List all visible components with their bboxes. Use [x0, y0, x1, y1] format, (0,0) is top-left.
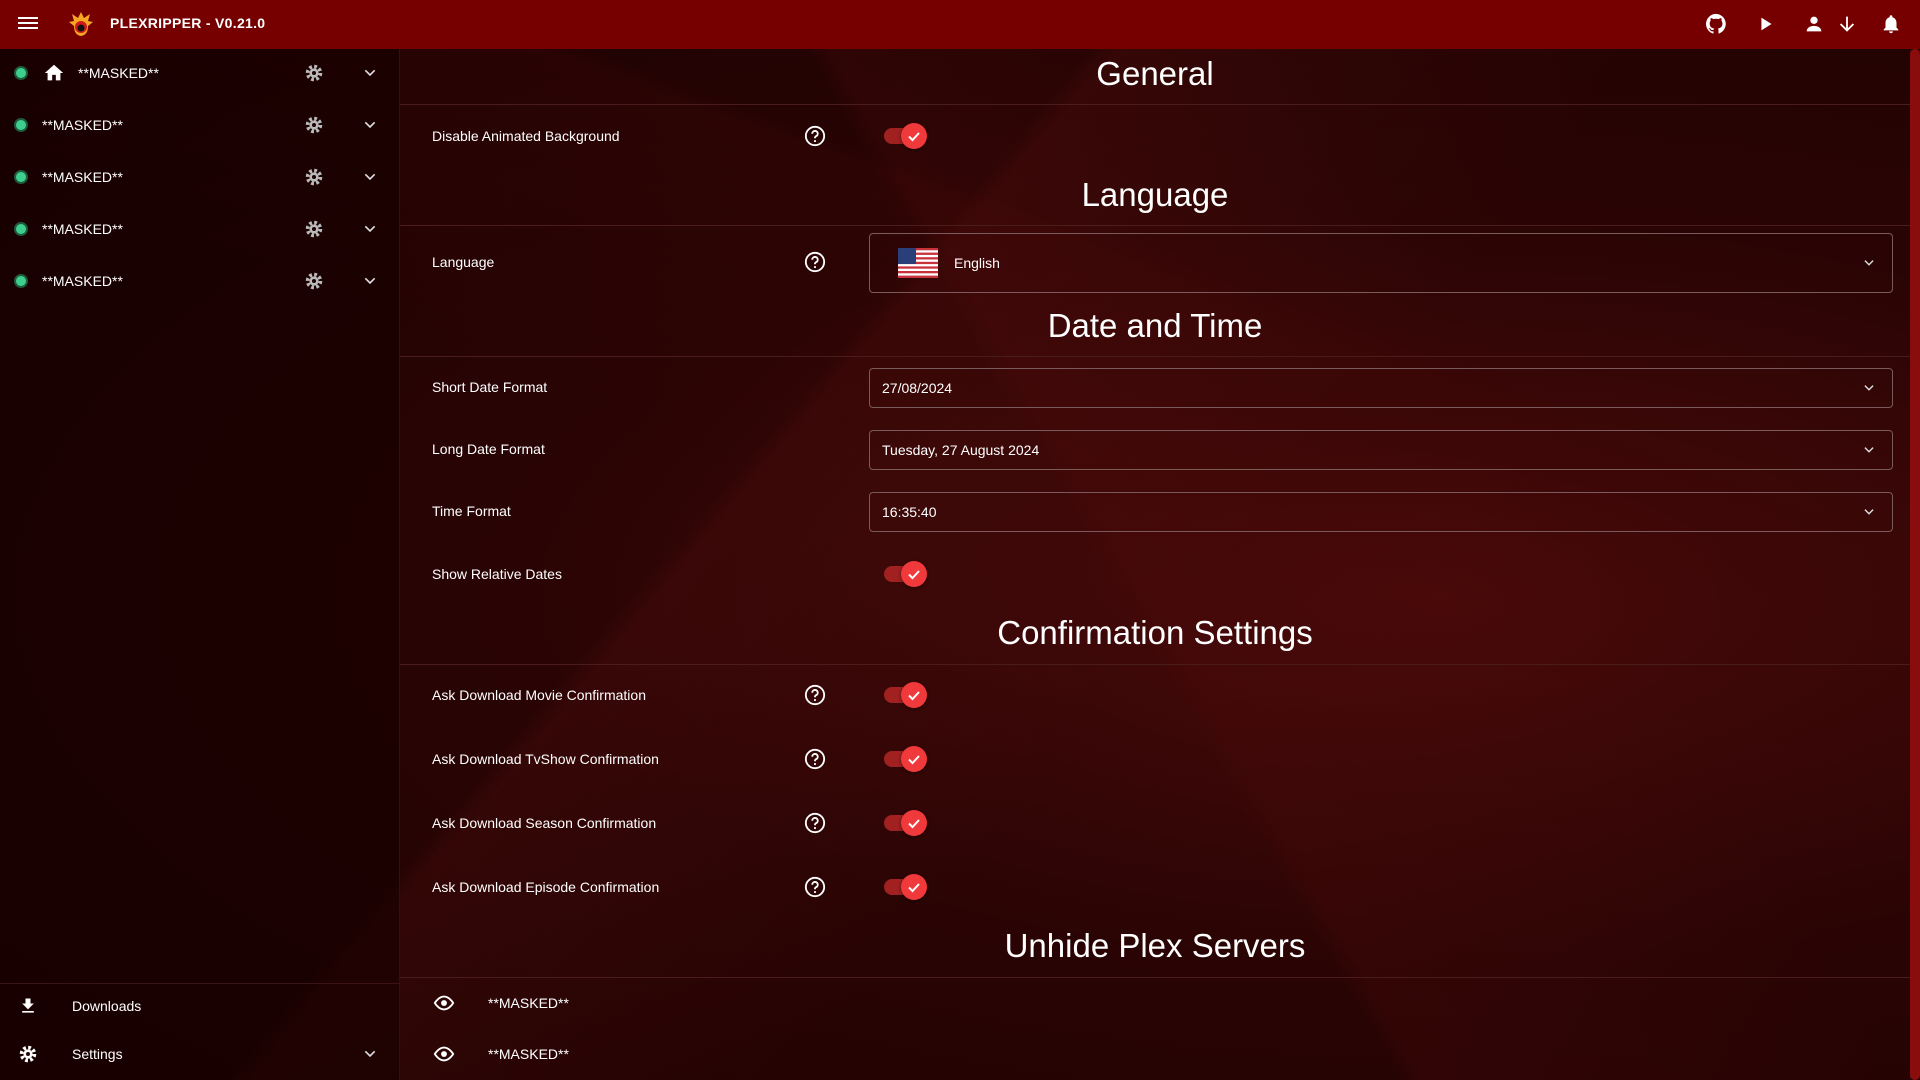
- bell-icon[interactable]: [1880, 13, 1902, 35]
- confirmation-label: Ask Download Season Confirmation: [432, 815, 657, 831]
- gear-icon[interactable]: [303, 270, 325, 292]
- server-name: **MASKED**: [42, 221, 123, 237]
- chevron-down-icon[interactable]: [362, 273, 378, 289]
- confirmation-toggle[interactable]: [884, 682, 928, 708]
- divider: [400, 356, 1910, 357]
- section-title-general: General: [1096, 55, 1214, 92]
- sidebar: **MASKED** **MASKED** **MASKED** **MASKED**…: [0, 49, 400, 1080]
- sidebar-server-item[interactable]: **MASKED**: [0, 49, 400, 97]
- time-format-label: Time Format: [432, 503, 511, 519]
- show-relative-dates-toggle[interactable]: [884, 561, 928, 587]
- help-icon[interactable]: [804, 125, 826, 147]
- section-title-date-time: Date and Time: [1047, 307, 1263, 344]
- short-date-format-label: Short Date Format: [432, 379, 548, 395]
- chevron-down-icon[interactable]: [362, 221, 378, 237]
- show-relative-dates-label: Show Relative Dates: [432, 566, 562, 582]
- help-icon[interactable]: [804, 684, 826, 706]
- chevron-down-icon[interactable]: [362, 117, 378, 133]
- chevron-down-icon: [1864, 385, 1874, 391]
- server-name: **MASKED**: [42, 117, 123, 133]
- scrollbar[interactable]: [1910, 49, 1920, 1080]
- status-online-icon: [14, 222, 28, 236]
- status-online-icon: [14, 274, 28, 288]
- downloads-label: Downloads: [72, 998, 142, 1014]
- check-icon: [908, 691, 920, 701]
- disable-animated-background-toggle[interactable]: [884, 123, 928, 149]
- help-icon[interactable]: [804, 251, 826, 273]
- gear-icon[interactable]: [303, 166, 325, 188]
- divider: [400, 977, 1910, 978]
- gear-icon: [19, 1045, 37, 1063]
- sidebar-item-downloads[interactable]: Downloads: [0, 982, 400, 1030]
- download-icon[interactable]: [1836, 13, 1858, 35]
- check-icon: [908, 883, 920, 893]
- status-online-icon: [14, 66, 28, 80]
- chevron-down-icon[interactable]: [362, 169, 378, 185]
- unhide-eye-icon[interactable]: [432, 1043, 456, 1065]
- gear-icon[interactable]: [303, 114, 325, 136]
- short-date-format-select[interactable]: 27/08/2024: [869, 368, 1893, 408]
- check-icon: [908, 819, 920, 829]
- check-icon: [908, 132, 920, 142]
- section-title-language: Language: [1081, 176, 1229, 213]
- home-icon: [44, 64, 64, 81]
- download-icon: [22, 998, 34, 1013]
- hidden-server-name: **MASKED**: [488, 1046, 569, 1062]
- language-value: English: [954, 255, 1000, 271]
- divider: [400, 225, 1910, 226]
- menu-icon[interactable]: [18, 14, 38, 34]
- settings-label: Settings: [72, 1046, 123, 1062]
- status-online-icon: [14, 118, 28, 132]
- long-date-format-label: Long Date Format: [432, 441, 545, 457]
- play-icon[interactable]: [1755, 13, 1777, 35]
- time-format-value: 16:35:40: [882, 504, 937, 520]
- plexripper-logo: [69, 12, 93, 36]
- help-icon[interactable]: [804, 748, 826, 770]
- sidebar-server-item[interactable]: **MASKED**: [0, 101, 400, 149]
- top-bar: PLEXRIPPER - V0.21.0: [0, 0, 1920, 49]
- check-icon: [908, 755, 920, 765]
- language-label: Language: [432, 254, 495, 270]
- sidebar-server-item[interactable]: **MASKED**: [0, 205, 400, 253]
- chevron-down-icon: [1864, 509, 1874, 515]
- sidebar-server-item[interactable]: **MASKED**: [0, 257, 400, 305]
- account-icon[interactable]: [1803, 13, 1825, 35]
- short-date-format-value: 27/08/2024: [882, 380, 953, 396]
- status-online-icon: [14, 170, 28, 184]
- help-icon[interactable]: [804, 812, 826, 834]
- long-date-format-select[interactable]: Tuesday, 27 August 2024: [869, 430, 1893, 470]
- long-date-format-value: Tuesday, 27 August 2024: [882, 442, 1040, 458]
- section-title-confirmation: Confirmation Settings: [997, 614, 1313, 651]
- disable-animated-background-label: Disable Animated Background: [432, 128, 620, 144]
- server-name: **MASKED**: [78, 65, 159, 81]
- unhide-eye-icon[interactable]: [432, 992, 456, 1014]
- chevron-down-icon[interactable]: [362, 1046, 378, 1062]
- divider: [400, 104, 1910, 105]
- help-icon[interactable]: [804, 876, 826, 898]
- hidden-server-name: **MASKED**: [488, 995, 569, 1011]
- server-name: **MASKED**: [42, 273, 123, 289]
- confirmation-toggle[interactable]: [884, 746, 928, 772]
- section-title-unhide-servers: Unhide Plex Servers: [1004, 927, 1306, 964]
- us-flag-icon: [898, 248, 938, 278]
- check-icon: [908, 570, 920, 580]
- confirmation-label: Ask Download Movie Confirmation: [432, 687, 646, 703]
- confirmation-toggle[interactable]: [884, 874, 928, 900]
- language-select[interactable]: English: [869, 233, 1893, 293]
- time-format-select[interactable]: 16:35:40: [869, 492, 1893, 532]
- gear-icon[interactable]: [303, 62, 325, 84]
- chevron-down-icon: [1864, 260, 1874, 266]
- divider: [400, 664, 1910, 665]
- confirmation-label: Ask Download TvShow Confirmation: [432, 751, 659, 767]
- github-icon[interactable]: [1705, 13, 1727, 35]
- chevron-down-icon: [1864, 447, 1874, 453]
- sidebar-server-item[interactable]: **MASKED**: [0, 153, 400, 201]
- confirmation-toggle[interactable]: [884, 810, 928, 836]
- sidebar-item-settings[interactable]: Settings: [0, 1030, 400, 1078]
- chevron-down-icon[interactable]: [362, 65, 378, 81]
- app-title: PLEXRIPPER - V0.21.0: [110, 15, 266, 31]
- gear-icon[interactable]: [303, 218, 325, 240]
- server-name: **MASKED**: [42, 169, 123, 185]
- confirmation-label: Ask Download Episode Confirmation: [432, 879, 660, 895]
